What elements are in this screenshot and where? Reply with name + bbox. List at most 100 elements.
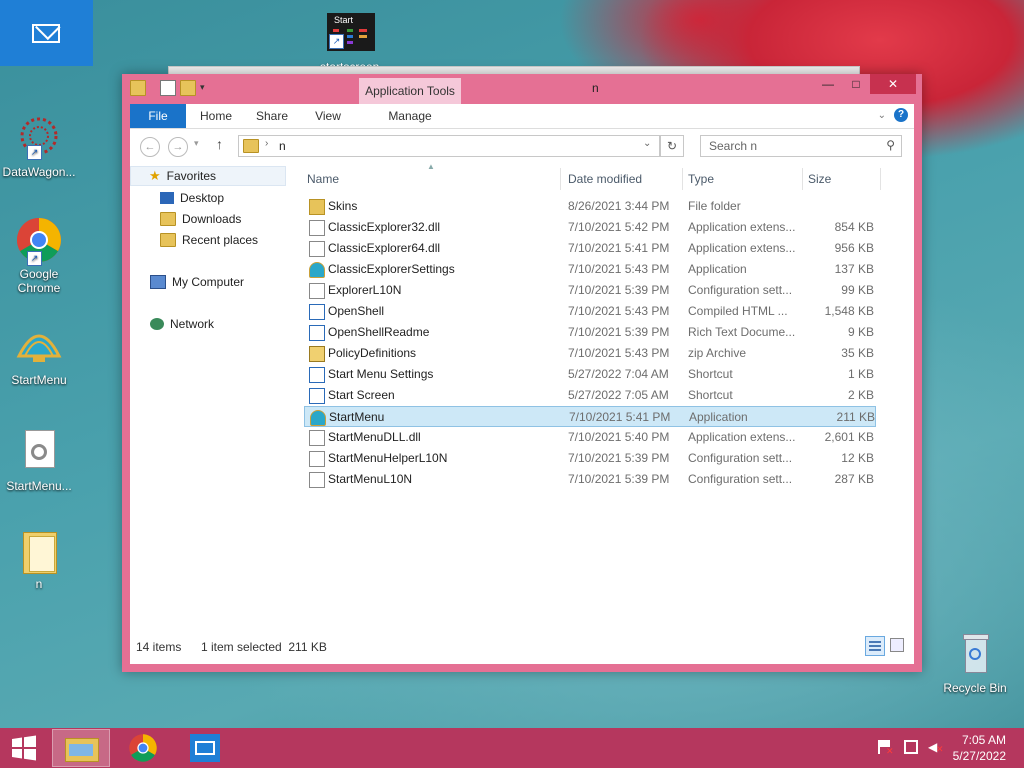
table-row[interactable]: PolicyDefinitions 7/10/2021 5:43 PM zip Ar… xyxy=(304,343,876,364)
address-toolbar: ← → ▾ ↑ › n ⌄ ↻ Search n ⚲ xyxy=(130,129,914,162)
taskbar: ✕ ◀ ✕ 7:05 AM 5/27/2022 xyxy=(0,728,1024,768)
breadcrumb-chevron-icon[interactable]: › xyxy=(265,138,268,149)
file-name: Skins xyxy=(328,199,358,213)
file-size: 956 KB xyxy=(834,241,874,255)
file-name: OpenShell xyxy=(328,304,385,318)
table-row[interactable]: StartMenuDLL.dll 7/10/2021 5:40 PM Applica… xyxy=(304,427,876,448)
zip-icon xyxy=(309,346,325,362)
help-icon[interactable]: ? xyxy=(894,108,908,122)
nav-recent-places[interactable]: Recent places xyxy=(160,230,258,250)
table-row[interactable]: Skins 8/26/2021 3:44 PM File folder xyxy=(304,196,876,217)
explorer-window: ▾ Application Tools n — □ ✕ File Home Sh… xyxy=(122,74,922,672)
table-row[interactable]: ClassicExplorer64.dll 7/10/2021 5:41 PM Ap… xyxy=(304,238,876,259)
search-placeholder: Search n xyxy=(709,139,758,153)
selection-info: 1 item selected 211 KB xyxy=(201,640,327,654)
breadcrumb[interactable]: n xyxy=(279,139,286,153)
file-date: 5/27/2022 7:05 AM xyxy=(568,388,669,402)
doc-icon xyxy=(309,325,325,341)
clock-time: 7:05 AM xyxy=(961,733,1006,747)
shell-icon xyxy=(309,262,325,278)
desktop-icon-folder-n[interactable]: n xyxy=(0,526,81,591)
tab-manage[interactable]: Manage xyxy=(359,104,461,128)
chevron-down-icon[interactable]: ⌄ xyxy=(643,138,651,149)
recent-locations-icon[interactable]: ▾ xyxy=(194,138,199,149)
table-row[interactable]: StartMenuHelperL10N 7/10/2021 5:39 PM Conf… xyxy=(304,448,876,469)
file-date: 7/10/2021 5:43 PM xyxy=(568,304,670,318)
properties-icon[interactable] xyxy=(160,80,176,96)
search-icon[interactable]: ⚲ xyxy=(886,138,895,152)
nav-network[interactable]: Network xyxy=(150,314,214,334)
file-size: 12 KB xyxy=(841,451,874,465)
shortcut-icon xyxy=(309,367,325,383)
table-row[interactable]: StartMenuL10N 7/10/2021 5:39 PM Configurat… xyxy=(304,469,876,490)
mail-tile[interactable] xyxy=(0,0,93,66)
back-button[interactable]: ← xyxy=(140,137,160,157)
up-arrow-icon[interactable]: ↑ xyxy=(216,136,223,152)
maximize-button[interactable]: □ xyxy=(842,74,870,94)
chevron-down-icon[interactable]: ▾ xyxy=(200,80,210,94)
nav-my-computer[interactable]: My Computer xyxy=(150,272,244,292)
large-icons-view-button[interactable] xyxy=(890,638,904,652)
desktop-icon-startmenu-settings[interactable]: StartMenu... xyxy=(0,428,81,493)
action-center-flag-icon[interactable]: ✕ xyxy=(878,740,894,756)
minimize-button[interactable]: — xyxy=(814,74,842,94)
column-header-name[interactable]: Name xyxy=(307,168,339,190)
ribbon-expand-icon[interactable]: ⌄ xyxy=(878,110,886,121)
file-type: File folder xyxy=(688,199,741,213)
ribbon-tabs: File Home Share View Manage ⌄ ? xyxy=(130,104,914,129)
table-row[interactable]: OpenShell 7/10/2021 5:43 PM Compiled HTML … xyxy=(304,301,876,322)
close-button[interactable]: ✕ xyxy=(870,74,916,94)
file-size: 1 KB xyxy=(847,367,874,381)
startscreen-shortcut[interactable]: Start ↗ xyxy=(327,13,375,51)
start-button[interactable] xyxy=(0,729,48,767)
column-header-date[interactable]: Date modified xyxy=(568,168,642,190)
file-date: 7/10/2021 5:39 PM xyxy=(568,472,670,486)
table-row[interactable]: Start Screen 5/27/2022 7:05 AM Shortcut 2 K… xyxy=(304,385,876,406)
table-row[interactable]: Start Menu Settings 5/27/2022 7:04 AM Shor… xyxy=(304,364,876,385)
file-type: Application xyxy=(688,262,747,276)
taskbar-mail[interactable] xyxy=(176,729,234,767)
table-row[interactable]: ExplorerL10N 7/10/2021 5:39 PM Configurati… xyxy=(304,280,876,301)
file-date: 7/10/2021 5:39 PM xyxy=(568,451,670,465)
config-icon xyxy=(309,472,325,488)
file-size: 2,601 KB xyxy=(824,430,874,444)
forward-button[interactable]: → xyxy=(168,137,188,157)
details-view-button[interactable] xyxy=(865,636,885,656)
table-row[interactable]: OpenShellReadme 7/10/2021 5:39 PM Rich Tex… xyxy=(304,322,876,343)
taskbar-file-explorer[interactable] xyxy=(52,729,110,767)
desktop-icon-chrome[interactable]: ↗ Google Chrome xyxy=(0,216,81,295)
desktop-icon-startmenu[interactable]: StartMenu xyxy=(0,322,81,387)
title-bar[interactable]: ▾ Application Tools n — □ ✕ xyxy=(122,74,922,104)
folder-icon xyxy=(243,139,259,153)
nav-favorites[interactable]: ★ Favorites xyxy=(130,166,286,186)
nav-downloads[interactable]: Downloads xyxy=(160,209,241,229)
volume-muted-icon[interactable]: ◀ ✕ xyxy=(928,740,944,754)
explorer-content: ★ Favorites Desktop Downloads Recent pla… xyxy=(130,162,914,664)
address-bar[interactable]: › n ⌄ xyxy=(238,135,660,157)
file-type: Shortcut xyxy=(688,388,733,402)
clock[interactable]: 7:05 AM 5/27/2022 xyxy=(953,732,1006,764)
column-header-size[interactable]: Size xyxy=(808,168,831,190)
nav-desktop[interactable]: Desktop xyxy=(160,188,224,208)
taskbar-chrome[interactable] xyxy=(114,729,172,767)
column-header-type[interactable]: Type xyxy=(688,168,714,190)
file-name: ClassicExplorerSettings xyxy=(328,262,455,276)
tab-share[interactable]: Share xyxy=(250,104,294,128)
navigation-pane: ★ Favorites Desktop Downloads Recent pla… xyxy=(130,162,290,632)
file-date: 7/10/2021 5:43 PM xyxy=(568,262,670,276)
tab-view[interactable]: View xyxy=(306,104,350,128)
desktop-icon-datawagon[interactable]: ↗ DataWagon... xyxy=(0,114,81,179)
search-input[interactable]: Search n ⚲ xyxy=(700,135,902,157)
tab-home[interactable]: Home xyxy=(194,104,238,128)
file-name: StartMenu xyxy=(329,410,385,424)
new-folder-icon[interactable] xyxy=(180,80,196,96)
table-row[interactable]: StartMenu 7/10/2021 5:41 PM Application 211… xyxy=(304,406,876,427)
table-row[interactable]: ClassicExplorer32.dll 7/10/2021 5:42 PM Ap… xyxy=(304,217,876,238)
tab-file[interactable]: File xyxy=(130,104,186,128)
folder-icon xyxy=(309,199,325,215)
table-row[interactable]: ClassicExplorerSettings 7/10/2021 5:43 PM… xyxy=(304,259,876,280)
refresh-button[interactable]: ↻ xyxy=(660,135,684,157)
desktop-icon-recycle-bin[interactable]: Recycle Bin xyxy=(933,630,1017,695)
network-icon[interactable] xyxy=(904,740,918,754)
file-size: 99 KB xyxy=(841,283,874,297)
